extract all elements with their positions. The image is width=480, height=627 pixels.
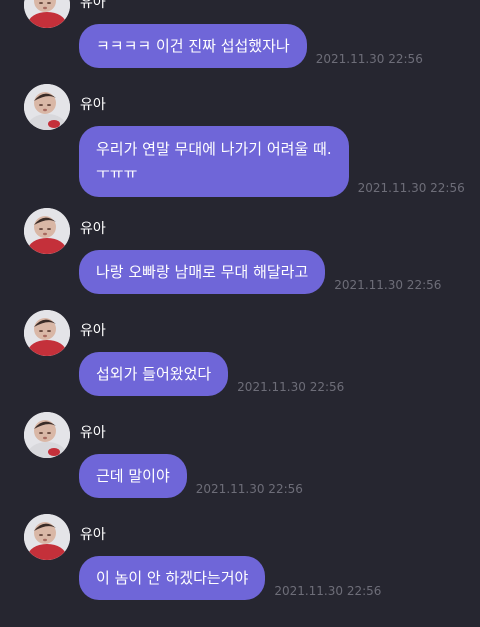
baby-photo-avatar-icon <box>24 514 70 560</box>
baby-photo-avatar-icon <box>24 412 70 458</box>
message-row: 이 놈이 안 하겠다는거야 2021.11.30 22:56 <box>79 556 381 600</box>
chat-message-list[interactable]: 유아 ㅋㅋㅋㅋ 이건 진짜 섭섭했자나 2021.11.30 22:56 유아 … <box>0 0 480 616</box>
avatar[interactable] <box>24 310 70 356</box>
avatar[interactable] <box>24 514 70 560</box>
baby-photo-avatar-icon <box>24 0 70 28</box>
message-timestamp: 2021.11.30 22:56 <box>315 52 423 66</box>
message-timestamp: 2021.11.30 22:56 <box>334 278 442 292</box>
avatar[interactable] <box>24 84 70 130</box>
avatar[interactable] <box>24 208 70 254</box>
chat-message: 유아 근데 말이야 2021.11.30 22:56 <box>0 412 480 514</box>
chat-message: 유아 나랑 오빠랑 남매로 무대 해달라고 2021.11.30 22:56 <box>0 208 480 310</box>
sender-name: 유아 <box>80 97 106 113</box>
chat-message: 유아 섭외가 들어왔었다 2021.11.30 22:56 <box>0 310 480 412</box>
avatar[interactable] <box>24 0 70 28</box>
baby-photo-avatar-icon <box>24 208 70 254</box>
message-bubble[interactable]: 이 놈이 안 하겠다는거야 <box>79 556 266 600</box>
message-bubble[interactable]: 우리가 연말 무대에 나가기 어려울 때. ㅜㅠㅠ <box>79 126 349 197</box>
message-bubble[interactable]: 근데 말이야 <box>79 454 187 498</box>
message-row: 섭외가 들어왔었다 2021.11.30 22:56 <box>79 352 344 396</box>
message-row: 우리가 연말 무대에 나가기 어려울 때. ㅜㅠㅠ 2021.11.30 22:… <box>79 126 465 197</box>
chat-message: 유아 우리가 연말 무대에 나가기 어려울 때. ㅜㅠㅠ 2021.11.30 … <box>0 84 480 208</box>
message-row: ㅋㅋㅋㅋ 이건 진짜 섭섭했자나 2021.11.30 22:56 <box>79 24 423 68</box>
baby-photo-avatar-icon <box>24 84 70 130</box>
message-timestamp: 2021.11.30 22:56 <box>237 380 345 394</box>
message-row: 나랑 오빠랑 남매로 무대 해달라고 2021.11.30 22:56 <box>79 250 441 294</box>
sender-name: 유아 <box>80 323 106 339</box>
sender-name: 유아 <box>80 425 106 441</box>
message-row: 근데 말이야 2021.11.30 22:56 <box>79 454 303 498</box>
chat-message: 유아 이 놈이 안 하겠다는거야 2021.11.30 22:56 <box>0 514 480 616</box>
message-timestamp: 2021.11.30 22:56 <box>274 584 382 598</box>
baby-photo-avatar-icon <box>24 310 70 356</box>
sender-name: 유아 <box>80 527 106 543</box>
message-line: ㅜㅠㅠ <box>96 164 138 182</box>
sender-name: 유아 <box>80 221 106 237</box>
avatar[interactable] <box>24 412 70 458</box>
message-bubble[interactable]: 나랑 오빠랑 남매로 무대 해달라고 <box>79 250 326 294</box>
message-bubble[interactable]: 섭외가 들어왔었다 <box>79 352 229 396</box>
message-timestamp: 2021.11.30 22:56 <box>357 181 465 195</box>
message-bubble[interactable]: ㅋㅋㅋㅋ 이건 진짜 섭섭했자나 <box>79 24 307 68</box>
chat-message: 유아 ㅋㅋㅋㅋ 이건 진짜 섭섭했자나 2021.11.30 22:56 <box>0 0 480 84</box>
message-line: 우리가 연말 무대에 나가기 어려울 때. <box>96 140 332 158</box>
sender-name: 유아 <box>80 0 106 11</box>
message-timestamp: 2021.11.30 22:56 <box>195 482 303 496</box>
